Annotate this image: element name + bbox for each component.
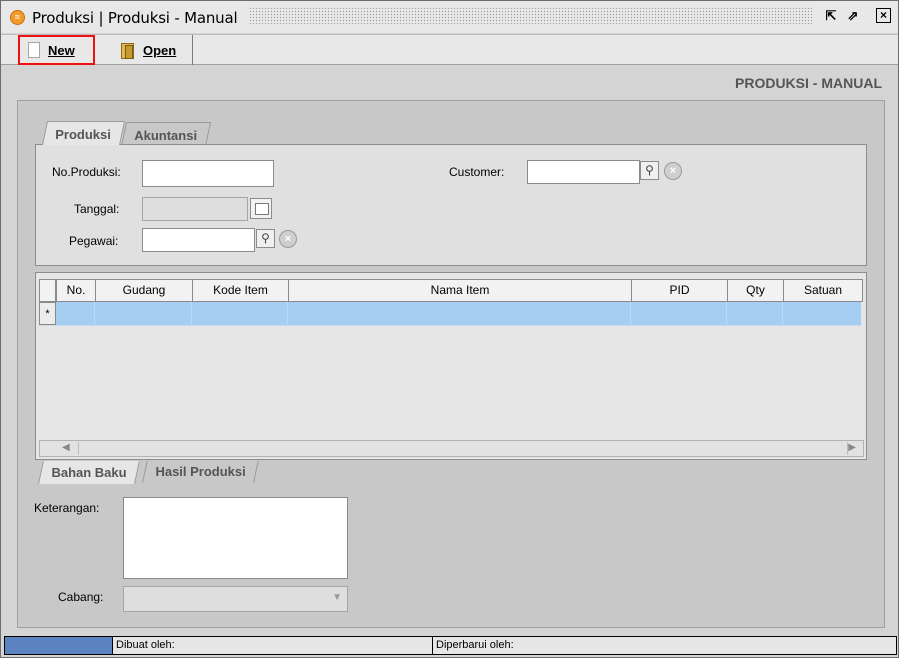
maximize-icon[interactable]: ⇗	[844, 7, 862, 25]
items-grid: No. Gudang Kode Item Nama Item PID Qty S…	[35, 272, 867, 460]
status-bar: Dibuat oleh: Diperbarui oleh:	[4, 636, 897, 655]
cabang-label: Cabang:	[58, 590, 104, 604]
toolbar: New Open	[1, 34, 898, 65]
app-icon: ≈	[10, 10, 25, 25]
calendar-icon[interactable]	[250, 198, 272, 219]
title-bar: ≈ Produksi | Produksi - Manual ⇱ ⇗ ×	[1, 1, 898, 33]
table-row[interactable]: *	[39, 302, 861, 326]
new-row-marker: *	[39, 302, 56, 325]
grid-cell[interactable]	[192, 302, 288, 325]
new-document-icon	[28, 42, 40, 58]
pegawai-label: Pegawai:	[69, 234, 119, 248]
grid-cell[interactable]	[783, 302, 861, 325]
tab-produksi-label: Produksi	[55, 127, 111, 142]
main-panel: Produksi Akuntansi No.Produksi: Tanggal:…	[17, 100, 885, 628]
cabang-select[interactable]: ▼	[123, 586, 348, 612]
grid-cell[interactable]	[56, 302, 95, 325]
grid-header: No. Gudang Kode Item Nama Item PID Qty S…	[56, 279, 863, 302]
tab-produksi[interactable]: Produksi	[42, 121, 125, 145]
tab-bahan-baku[interactable]: Bahan Baku	[38, 461, 141, 484]
page-title: PRODUKSI - MANUAL	[735, 75, 882, 91]
grid-corner	[39, 279, 56, 302]
customer-field[interactable]	[527, 160, 640, 184]
grid-cell[interactable]	[631, 302, 727, 325]
customer-clear-icon[interactable]: ×	[664, 162, 682, 180]
tab-bahan-baku-label: Bahan Baku	[51, 465, 127, 480]
horizontal-scrollbar[interactable]: ◀ ▶	[39, 440, 864, 457]
open-button-label: Open	[143, 42, 177, 58]
scroll-right-icon[interactable]: ▶	[848, 442, 856, 453]
no-produksi-label: No.Produksi:	[52, 165, 121, 179]
tab-akuntansi[interactable]: Akuntansi	[121, 122, 211, 146]
column-header[interactable]: PID	[632, 280, 728, 301]
customer-label: Customer:	[449, 165, 505, 179]
tab-hasil-produksi-label: Hasil Produksi	[155, 464, 246, 479]
grid-cell[interactable]	[288, 302, 631, 325]
tab-hasil-produksi[interactable]: Hasil Produksi	[142, 461, 259, 483]
column-header[interactable]: No.	[57, 280, 96, 301]
no-produksi-field[interactable]	[142, 160, 274, 187]
tanggal-label: Tanggal:	[74, 202, 120, 216]
status-indicator	[5, 637, 113, 654]
scroll-left-icon[interactable]: ◀	[62, 442, 70, 453]
grid-cell[interactable]	[95, 302, 192, 325]
new-button[interactable]: New	[18, 35, 95, 65]
column-header[interactable]: Kode Item	[193, 280, 289, 301]
pegawai-search-icon[interactable]: ⚲	[256, 229, 275, 248]
open-button[interactable]: Open	[111, 35, 193, 65]
scrollbar-track[interactable]	[78, 442, 848, 455]
column-header[interactable]: Satuan	[784, 280, 862, 301]
restore-icon[interactable]: ⇱	[822, 7, 840, 25]
pegawai-clear-icon[interactable]: ×	[279, 230, 297, 248]
new-button-label: New	[48, 42, 75, 58]
updated-by-label: Diperbarui oleh:	[436, 639, 514, 651]
created-by-label: Dibuat oleh:	[113, 637, 433, 654]
close-icon[interactable]: ×	[876, 8, 891, 23]
pegawai-field[interactable]	[142, 228, 255, 252]
chevron-down-icon[interactable]: ▼	[332, 592, 342, 603]
tanggal-field[interactable]	[142, 197, 248, 221]
customer-search-icon[interactable]: ⚲	[640, 161, 659, 180]
grid-cell[interactable]	[727, 302, 783, 325]
title-bar-texture	[249, 7, 813, 26]
column-header[interactable]: Qty	[728, 280, 784, 301]
app-window: ≈ Produksi | Produksi - Manual ⇱ ⇗ × New…	[0, 0, 899, 658]
window-title: Produksi | Produksi - Manual	[32, 9, 238, 27]
header-form: No.Produksi: Tanggal: Pegawai: ⚲ × Custo…	[35, 144, 867, 266]
column-header[interactable]: Gudang	[96, 280, 193, 301]
open-door-icon	[119, 42, 135, 59]
column-header[interactable]: Nama Item	[289, 280, 632, 301]
keterangan-field[interactable]	[123, 497, 348, 579]
keterangan-label: Keterangan:	[34, 501, 100, 515]
tab-akuntansi-label: Akuntansi	[134, 128, 198, 143]
